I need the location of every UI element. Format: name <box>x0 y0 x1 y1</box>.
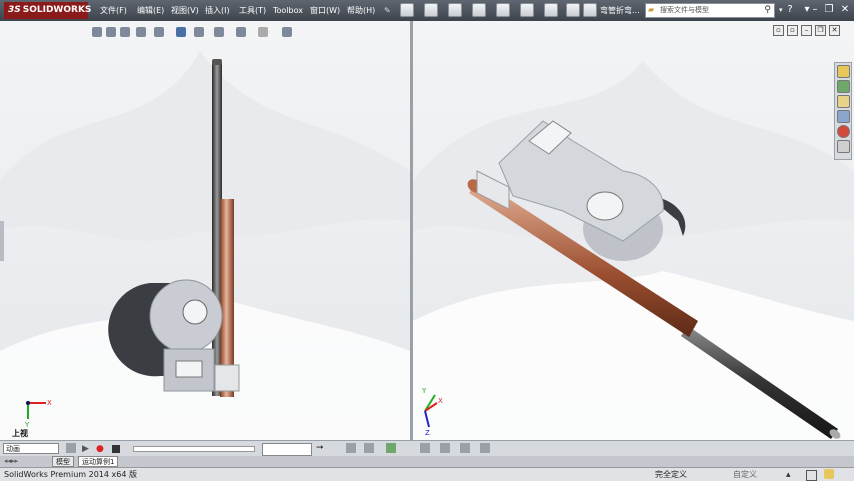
calculate-icon[interactable] <box>66 443 76 453</box>
menu-view[interactable]: 视图(V) <box>171 3 199 18</box>
playback-speed-field[interactable] <box>262 443 312 456</box>
display-pane-icon[interactable] <box>282 27 292 37</box>
tab-model[interactable]: 模型 <box>52 456 74 467</box>
menu-edit[interactable]: 编辑(E) <box>137 3 164 18</box>
svg-text:X: X <box>47 399 52 407</box>
help-icon[interactable]: ? <box>783 3 797 17</box>
home-icon[interactable] <box>837 65 850 78</box>
heads-up-view-toolbar <box>92 24 322 40</box>
zoom-to-area-icon[interactable] <box>106 27 116 37</box>
search-icon[interactable]: ⚲ <box>764 5 771 15</box>
menu-file[interactable]: 文件(F) <box>100 3 127 18</box>
close-icon[interactable]: ✕ <box>838 3 852 17</box>
play-icon[interactable]: ▶ <box>82 444 89 454</box>
menu-toolbox[interactable]: Toolbox <box>273 3 303 18</box>
edit-appearance-icon[interactable] <box>214 27 224 37</box>
menu-help[interactable]: 帮助(H) <box>347 3 375 18</box>
folder-icon: ▰ <box>648 5 655 14</box>
viewport-toggle-icon[interactable]: ▫ <box>773 25 784 36</box>
study-type-select[interactable]: 动画 <box>3 443 59 454</box>
viewport-restore-icon[interactable]: ❐ <box>815 25 826 36</box>
status-product: SolidWorks Premium 2014 x64 版 <box>4 470 137 479</box>
viewport-right[interactable]: Y X Z ▫ ▫ – ❐ ✕ <box>413 21 854 440</box>
units-dropdown-icon[interactable]: ▴ <box>786 470 791 480</box>
tab-scroll-icons[interactable]: ◂◂▸▸ <box>4 457 18 465</box>
appearance-icon[interactable] <box>837 125 850 138</box>
viewport-right-scene: Y X Z <box>413 21 854 440</box>
pin-icon[interactable]: ✎ <box>384 3 391 18</box>
autokey-icon[interactable] <box>386 443 396 453</box>
contact-icon[interactable] <box>460 443 470 453</box>
open-document-icon[interactable] <box>424 3 438 17</box>
apply-scene-icon[interactable] <box>236 27 246 37</box>
save-animation-icon[interactable] <box>346 443 356 453</box>
zoom-to-fit-icon[interactable] <box>92 27 102 37</box>
library-icon[interactable] <box>837 80 850 93</box>
svg-text:X: X <box>438 397 443 405</box>
feature-tree-expander[interactable] <box>0 221 4 261</box>
restore-icon[interactable]: ❐ <box>822 3 836 17</box>
gravity-icon[interactable] <box>480 443 490 453</box>
stop-icon[interactable] <box>112 445 120 453</box>
playback-mode-icon[interactable]: ➞ <box>316 443 324 453</box>
task-pane-tabs <box>834 62 852 160</box>
search-placeholder: 搜索文件与模型 <box>660 6 709 14</box>
view-orientation-icon[interactable] <box>154 27 164 37</box>
rebuild-status-icon[interactable] <box>824 469 834 479</box>
minimize-icon[interactable]: – <box>808 3 822 17</box>
title-menu-bar: 3S SOLIDWORKS 文件(F) 编辑(E) 视图(V) 插入(I) 工具(… <box>0 0 854 21</box>
status-definition-state: 完全定义 <box>655 470 687 479</box>
display-style-icon[interactable] <box>176 27 186 37</box>
viewport-link-icon[interactable]: ▫ <box>787 25 798 36</box>
custom-props-icon[interactable] <box>837 140 850 153</box>
view-orientation-label: 上视 <box>12 429 28 438</box>
new-document-icon[interactable] <box>400 3 414 17</box>
search-dropdown-icon[interactable]: ▾ <box>779 3 783 18</box>
print-icon[interactable] <box>472 3 486 17</box>
undo-icon[interactable] <box>496 3 510 17</box>
viewport-left[interactable]: X Y 上视 <box>0 21 411 440</box>
previous-view-icon[interactable] <box>120 27 130 37</box>
menu-window[interactable]: 窗口(W) <box>310 3 340 18</box>
menu-tools[interactable]: 工具(T) <box>239 3 266 18</box>
spring-icon[interactable] <box>440 443 450 453</box>
record-icon[interactable]: ● <box>96 444 104 454</box>
search-input[interactable]: ▰ 搜索文件与模型 ⚲ <box>645 3 775 18</box>
rebuild-icon[interactable] <box>544 3 558 17</box>
document-title: 弯管折弯... <box>600 6 640 15</box>
select-icon[interactable] <box>520 3 534 17</box>
status-units[interactable]: 自定义 <box>733 468 757 481</box>
motion-study-toolbar: 动画 ▶ ● ➞ <box>0 440 854 457</box>
status-panel-icon[interactable] <box>806 470 817 481</box>
svg-text:Z: Z <box>425 429 430 437</box>
motor-icon[interactable] <box>420 443 430 453</box>
viewport-left-scene: X Y <box>0 21 410 440</box>
solidworks-logo[interactable]: 3S SOLIDWORKS <box>4 2 91 19</box>
options-icon[interactable] <box>583 3 597 17</box>
menu-insert[interactable]: 插入(I) <box>205 3 230 18</box>
svg-text:Y: Y <box>421 387 427 395</box>
hide-show-items-icon[interactable] <box>194 27 204 37</box>
view-palette-icon[interactable] <box>837 110 850 123</box>
tab-motion-study[interactable]: 运动算例1 <box>78 456 119 467</box>
animation-wizard-icon[interactable] <box>364 443 374 453</box>
file-properties-icon[interactable] <box>566 3 580 17</box>
document-tabs: ◂◂▸▸ 模型 运动算例1 <box>0 456 854 467</box>
timeline-slider[interactable] <box>133 446 255 452</box>
viewport-minimize-icon[interactable]: – <box>801 25 812 36</box>
explorer-icon[interactable] <box>837 95 850 108</box>
view-settings-icon[interactable] <box>258 27 268 37</box>
section-view-icon[interactable] <box>136 27 146 37</box>
viewport-close-icon[interactable]: ✕ <box>829 25 840 36</box>
save-icon[interactable] <box>448 3 462 17</box>
status-bar: SolidWorks Premium 2014 x64 版 完全定义 自定义 ▴ <box>0 467 854 481</box>
